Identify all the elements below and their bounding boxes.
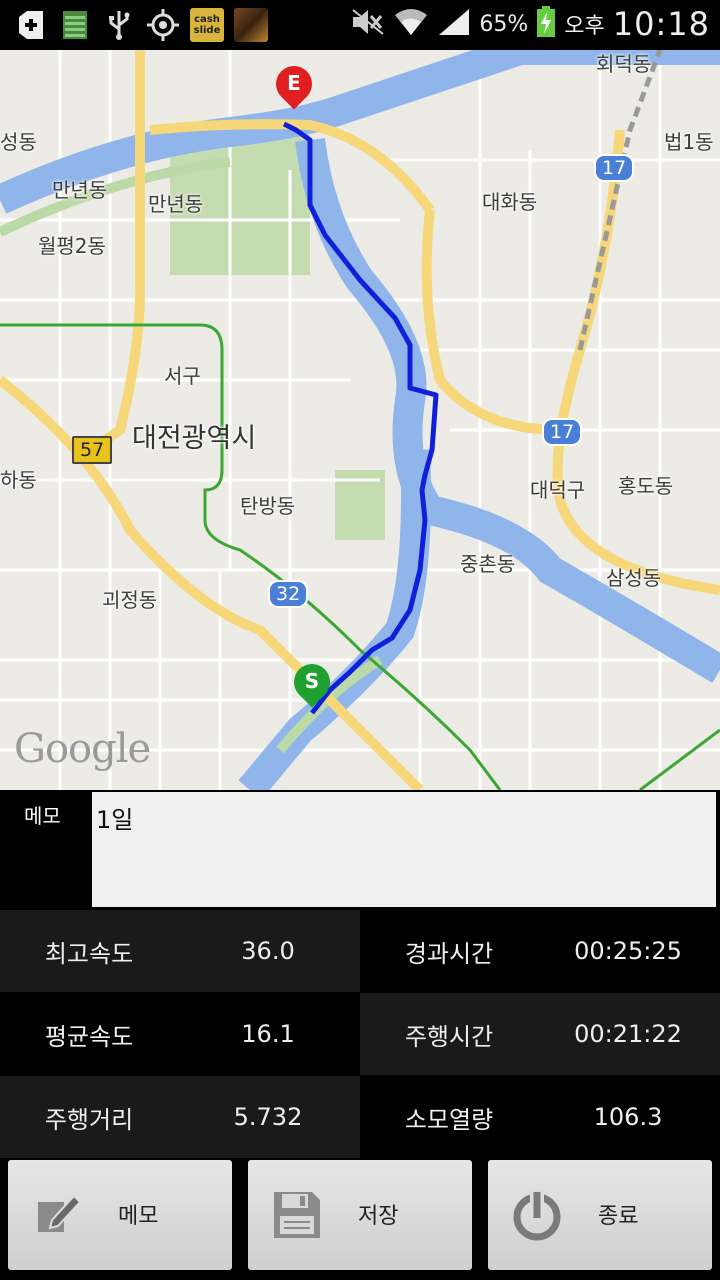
subway-line [639, 728, 720, 790]
memo-button-label: 메모 [118, 1204, 159, 1229]
google-logo: Google [14, 726, 151, 772]
route-badge-32: 32 [268, 580, 309, 608]
stat-value: 16.1 [241, 1020, 295, 1048]
map-label-mannyeon2: 만년동 [148, 192, 204, 216]
save-button-label: 저장 [358, 1204, 399, 1229]
map-label-city: 대전광역시 [132, 423, 257, 454]
stat-value: 00:21:22 [574, 1020, 682, 1048]
battery-percent: 65% [479, 11, 529, 37]
map-label-wolpyeong2: 월평2동 [38, 234, 106, 258]
battery-icon [536, 6, 556, 42]
map-label-tanbang: 탄방동 [240, 494, 296, 518]
stat-label: 주행거리 [44, 1105, 134, 1134]
stat-avg-speed: 평균속도 16.1 [0, 993, 360, 1075]
storage-icon [58, 8, 92, 42]
memo-field[interactable]: 1일 [92, 792, 716, 907]
stat-elapsed-time: 경과시간 00:25:25 [360, 910, 720, 992]
exit-button-label: 종료 [598, 1204, 639, 1229]
stats-grid: 최고속도 36.0 경과시간 00:25:25 평균속도 16.1 주행시간 0… [0, 910, 720, 1158]
exit-button[interactable]: 종료 [488, 1160, 712, 1270]
memo-button[interactable]: 메모 [8, 1160, 232, 1270]
memo-section: 메모 1일 [0, 790, 720, 910]
memo-label: 메모 [24, 804, 61, 828]
stat-value: 00:25:25 [574, 937, 682, 965]
notification-icons: cash slide [14, 8, 268, 42]
save-button[interactable]: 저장 [248, 1160, 472, 1270]
map-label-beop1: 법1동 [664, 130, 714, 154]
stat-distance: 주행거리 5.732 [0, 1076, 360, 1158]
map-label-ha: 하동 [0, 468, 37, 492]
status-bar: cash slide 65% 오후 10:18 [0, 0, 720, 50]
stat-value: 106.3 [593, 1103, 663, 1131]
map-label-goejeong: 괴정동 [102, 588, 158, 612]
route-map[interactable]: 회덕동 법1동 성동 만년동 만년동 월평2동 대화동 서구 대전광역시 하동 … [0, 50, 720, 790]
end-marker[interactable]: E [268, 58, 320, 116]
map-label-jungchon: 중촌동 [460, 552, 516, 576]
map-label-samseong: 삼성동 [606, 566, 662, 590]
stat-calories: 소모열량 106.3 [360, 1076, 720, 1158]
game-app-icon [234, 8, 268, 42]
stat-label: 소모열량 [404, 1105, 494, 1134]
start-marker[interactable]: S [286, 656, 338, 714]
mute-icon [351, 8, 385, 40]
map-label-seogu: 서구 [164, 364, 201, 388]
clock: 10:18 [612, 5, 710, 43]
floppy-disk-icon [274, 1192, 320, 1238]
stat-max-speed: 최고속도 36.0 [0, 910, 360, 992]
map-label-hongdo: 홍도동 [618, 474, 674, 498]
stat-value: 36.0 [241, 937, 295, 965]
stat-label: 경과시간 [404, 939, 494, 968]
wifi-icon [393, 7, 429, 41]
stat-label: 최고속도 [44, 939, 134, 968]
cash-slide-icon: cash slide [190, 8, 224, 42]
system-indicators: 65% 오후 10:18 [351, 5, 710, 43]
stat-driving-time: 주행시간 00:21:22 [360, 993, 720, 1075]
route-badge-17: 17 [594, 154, 635, 182]
stat-value: 5.732 [233, 1103, 303, 1131]
stat-label: 평균속도 [44, 1022, 134, 1051]
map-label-daedeokgu: 대덕구 [530, 478, 586, 502]
start-marker-letter: S [304, 669, 320, 693]
route-badge-17: 17 [542, 418, 583, 446]
add-icon [14, 8, 48, 42]
signal-icon [437, 7, 471, 41]
edit-note-icon [38, 1194, 82, 1232]
power-icon [513, 1190, 561, 1241]
end-marker-letter: E [287, 71, 301, 95]
gps-icon [146, 8, 180, 42]
action-bar: 메모 저장 종료 [0, 1158, 720, 1280]
ampm-label: 오후 [564, 14, 605, 39]
map-label-daehwa: 대화동 [482, 190, 538, 214]
route-badge-57: 57 [72, 436, 113, 464]
map-label-seong: 성동 [0, 130, 37, 154]
stat-label: 주행시간 [404, 1022, 494, 1051]
map-label-mannyeon1: 만년동 [52, 178, 108, 202]
usb-icon [102, 8, 136, 42]
map-label-hoedeok: 회덕동 [596, 52, 652, 76]
